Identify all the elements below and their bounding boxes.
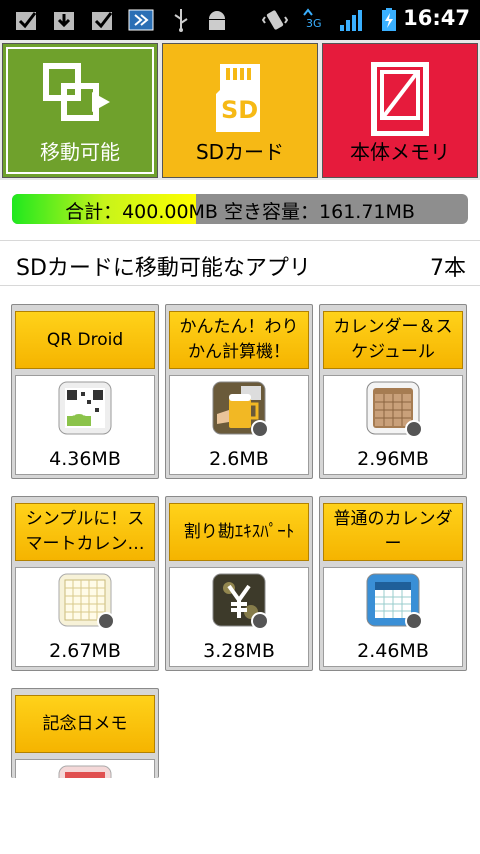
signal-icon <box>340 10 362 31</box>
app-body <box>15 759 155 778</box>
tab-bar: 移動可能 SD SDカード 本体メモリ <box>0 40 480 180</box>
sd-badge-icon <box>251 420 269 438</box>
app-size: 4.36MB <box>49 448 121 470</box>
storage-text: 合計：400.00MB 空き容量：161.71MB <box>65 201 415 223</box>
app-body: 2.6MB <box>169 375 309 475</box>
tab-sd-card[interactable]: SD SDカード <box>162 43 318 178</box>
svg-text:SD: SD <box>221 96 258 124</box>
tab-phone-memory[interactable]: 本体メモリ <box>322 43 478 178</box>
anniversary-memo-icon <box>58 765 112 778</box>
app-size: 2.67MB <box>49 640 121 662</box>
app-name: かんたん！わりかん計算機！ <box>169 311 309 369</box>
app-icon-wrap <box>211 572 269 630</box>
svg-text:3G: 3G <box>306 17 322 30</box>
app-size: 3.28MB <box>203 640 275 662</box>
check-notification-icon <box>92 12 113 30</box>
sd-badge-icon <box>97 612 115 630</box>
sd-badge-icon <box>405 612 423 630</box>
divider <box>0 285 480 286</box>
qr-droid-icon <box>58 381 112 435</box>
section-count: 7本 <box>430 256 466 281</box>
android-debug-icon <box>209 11 225 30</box>
app-body: 4.36MB <box>15 375 155 475</box>
download-icon <box>54 12 74 30</box>
app-size: 2.96MB <box>357 448 429 470</box>
vibrate-icon <box>262 10 288 30</box>
move-apps-icon <box>43 63 110 121</box>
app-card[interactable]: 割り勘ｴｷｽﾊﾟｰﾄ 3.28MB <box>165 496 313 671</box>
status-bar: 3G 16:47 <box>0 0 480 40</box>
app-card[interactable]: シンプルに！スマートカレン… 2.67MB <box>11 496 159 671</box>
sd-card-icon: SD <box>216 64 260 132</box>
3g-data-icon: 3G <box>303 8 322 30</box>
section-title: SDカードに移動可能なアプリ <box>16 256 311 281</box>
app-name: シンプルに！スマートカレン… <box>15 503 155 561</box>
storage-bar: 合計：400.00MB 空き容量：161.71MB <box>12 194 468 224</box>
app-card[interactable]: かんたん！わりかん計算機！ 2.6MB <box>165 304 313 479</box>
app-icon-wrap <box>57 572 115 630</box>
divider <box>0 240 480 241</box>
tab-label: 移動可能 <box>40 140 120 164</box>
sd-badge-icon <box>405 420 423 438</box>
app-size: 2.46MB <box>357 640 429 662</box>
app-name: カレンダー＆スケジュール <box>323 311 463 369</box>
phone-memory-icon <box>371 62 429 136</box>
battery-charging-icon <box>382 8 396 31</box>
app-card[interactable]: 普通のカレンダー 2.46MB <box>319 496 467 671</box>
app-body: 2.96MB <box>323 375 463 475</box>
app-body: 2.46MB <box>323 567 463 667</box>
sd-badge-icon <box>251 612 269 630</box>
status-time: 16:47 <box>403 6 470 30</box>
app-size: 2.6MB <box>209 448 269 470</box>
app-notification-icon <box>128 9 154 31</box>
app-card[interactable]: 記念日メモ <box>11 688 159 778</box>
tab-label: SDカード <box>195 140 285 164</box>
app-card[interactable]: QR Droid 4.36MB <box>11 304 159 479</box>
tab-movable[interactable]: 移動可能 <box>2 43 158 178</box>
app-body: 3.28MB <box>169 567 309 667</box>
app-name: 普通のカレンダー <box>323 503 463 561</box>
app-name: 記念日メモ <box>15 695 155 753</box>
app-name: QR Droid <box>15 311 155 369</box>
app-name: 割り勘ｴｷｽﾊﾟｰﾄ <box>169 503 309 561</box>
app-icon-wrap <box>365 380 423 438</box>
app-icon-wrap <box>211 380 269 438</box>
check-notification-icon <box>16 12 37 30</box>
tab-label: 本体メモリ <box>350 140 450 164</box>
usb-icon <box>174 9 188 32</box>
app-body: 2.67MB <box>15 567 155 667</box>
app-icon-wrap <box>365 572 423 630</box>
app-card[interactable]: カレンダー＆スケジュール 2.96MB <box>319 304 467 479</box>
section-header: SDカードに移動可能なアプリ 7本 <box>0 244 480 284</box>
